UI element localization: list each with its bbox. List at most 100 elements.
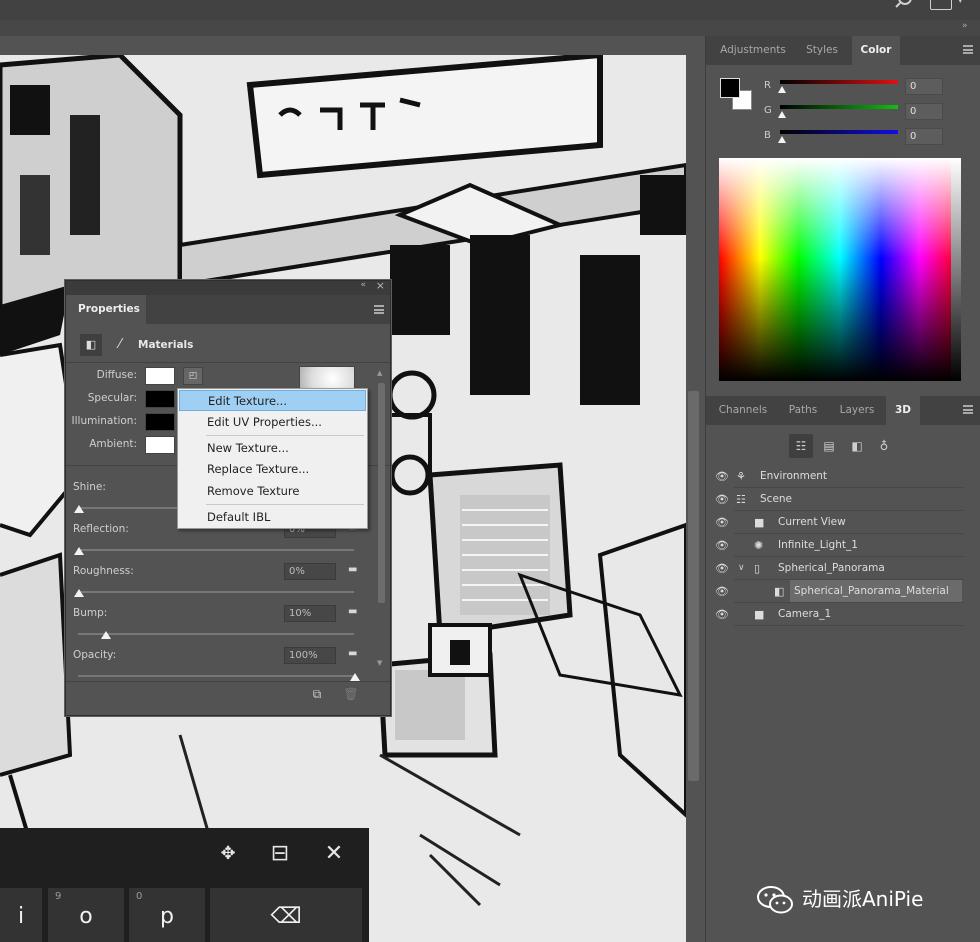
trash-icon[interactable]: 🗑	[343, 686, 359, 702]
key-o[interactable]: 9 o	[48, 888, 124, 942]
scrollbar-thumb[interactable]	[378, 383, 385, 603]
panel-titlebar[interactable]: « ×	[66, 279, 390, 295]
specular-color-swatch[interactable]	[145, 390, 175, 408]
environment-icon: ⚘	[736, 470, 746, 483]
green-slider-thumb[interactable]	[778, 111, 786, 118]
bump-slider-track[interactable]	[78, 633, 354, 635]
red-channel-slider[interactable]	[780, 80, 898, 84]
blue-channel-slider[interactable]	[780, 130, 898, 134]
color-spectrum-ramp[interactable]	[719, 158, 961, 381]
3d-layer-spherical-panorama[interactable]: 👁 ∨ ▯ Spherical_Panorama	[706, 557, 964, 580]
search-icon[interactable]	[893, 0, 915, 10]
panel-menu-icon[interactable]	[374, 305, 384, 314]
material-filter-icon[interactable]: ◧	[845, 434, 869, 458]
section-title: Materials	[138, 339, 194, 351]
menu-item-edit-uv-properties[interactable]: Edit UV Properties...	[179, 412, 366, 433]
red-value-field[interactable]: 0	[905, 78, 943, 95]
visibility-eye-icon[interactable]: 👁	[715, 534, 729, 557]
red-slider-thumb[interactable]	[778, 86, 786, 93]
illumination-color-swatch[interactable]	[145, 413, 175, 431]
visibility-eye-icon[interactable]: 👁	[715, 557, 729, 580]
folder-icon[interactable]: ▬	[348, 564, 357, 575]
visibility-eye-icon[interactable]: 👁	[715, 603, 729, 626]
key-label: i	[17, 904, 25, 929]
menu-item-default-ibl[interactable]: Default IBL	[179, 507, 366, 528]
opacity-value-field[interactable]: 100%	[284, 647, 336, 664]
chevron-down-icon[interactable]: ▾	[958, 0, 963, 6]
3d-layer-current-view[interactable]: 👁 ■ Current View	[706, 511, 964, 534]
scrollbar-thumb[interactable]	[688, 391, 699, 781]
shine-slider-thumb[interactable]	[74, 505, 84, 513]
tab-styles[interactable]: Styles	[796, 36, 848, 65]
folder-icon[interactable]: ▬	[348, 606, 357, 617]
watermark-text: 动画派AniPie	[802, 887, 924, 911]
foreground-color-swatch[interactable]	[720, 78, 740, 98]
tab-3d[interactable]: 3D	[886, 396, 920, 425]
reflection-slider-track[interactable]	[78, 549, 354, 551]
tab-channels[interactable]: Channels	[712, 396, 774, 425]
green-value-field[interactable]: 0	[905, 103, 943, 120]
menu-item-remove-texture[interactable]: Remove Texture	[179, 481, 366, 502]
close-icon[interactable]: ×	[376, 279, 385, 292]
opacity-slider-thumb[interactable]	[350, 673, 360, 681]
mesh-filter-icon[interactable]: ▤	[817, 434, 841, 458]
tab-properties[interactable]: Properties	[66, 295, 146, 324]
folder-icon[interactable]: ▬	[348, 648, 357, 659]
scroll-down-icon[interactable]: ▼	[377, 659, 382, 667]
canvas-vertical-scrollbar[interactable]	[686, 36, 704, 942]
tab-layers[interactable]: Layers	[832, 396, 882, 425]
tab-adjustments[interactable]: Adjustments	[712, 36, 794, 65]
bump-slider-thumb[interactable]	[101, 631, 111, 639]
key-i[interactable]: i	[0, 888, 42, 942]
roughness-slider-thumb[interactable]	[74, 589, 84, 597]
row-divider	[734, 579, 964, 580]
opacity-slider-track[interactable]	[78, 675, 354, 677]
move-icon[interactable]: ✥	[214, 840, 242, 868]
collapse-panels-icon[interactable]: »	[962, 21, 968, 31]
scroll-up-icon[interactable]: ▲	[377, 369, 382, 377]
3d-layer-infinite-light[interactable]: 👁 ✺ Infinite_Light_1	[706, 534, 964, 557]
blue-slider-thumb[interactable]	[778, 136, 786, 143]
channel-label-r: R	[764, 80, 771, 91]
visibility-eye-icon[interactable]: 👁	[715, 465, 729, 488]
ambient-color-swatch[interactable]	[145, 436, 175, 454]
menu-item-new-texture[interactable]: New Texture...	[179, 438, 366, 459]
panel-menu-icon[interactable]	[963, 405, 973, 414]
chevron-down-icon[interactable]: ∨	[738, 557, 745, 580]
key-p[interactable]: 0 p	[129, 888, 205, 942]
blue-value-field[interactable]: 0	[905, 128, 943, 145]
visibility-eye-icon[interactable]: 👁	[715, 511, 729, 534]
key-backspace[interactable]: ⌫	[210, 888, 362, 942]
dock-icon[interactable]: ⊟	[266, 840, 294, 868]
material-icon[interactable]: ◧	[80, 334, 102, 356]
menu-item-edit-texture[interactable]: Edit Texture...	[179, 390, 366, 411]
reflection-slider-thumb[interactable]	[74, 547, 84, 555]
light-filter-icon[interactable]: ♁	[872, 434, 896, 458]
green-channel-slider[interactable]	[780, 105, 898, 109]
roughness-value-field[interactable]: 0%	[284, 563, 336, 580]
diffuse-texture-icon[interactable]: ◰	[183, 367, 203, 385]
scene-filter-icon[interactable]: ☷	[789, 434, 813, 458]
tab-paths[interactable]: Paths	[778, 396, 828, 425]
new-material-icon[interactable]: ⧉	[309, 686, 325, 702]
diffuse-color-swatch[interactable]	[145, 367, 175, 385]
tab-color[interactable]: Color	[852, 36, 900, 65]
3d-layer-scene[interactable]: 👁 ☷ Scene	[706, 488, 964, 511]
collapse-icon[interactable]: «	[360, 280, 366, 290]
3d-layer-spherical-panorama-material[interactable]: 👁 ◧ Spherical_Panorama_Material	[706, 580, 964, 603]
grayscale-ramp[interactable]	[951, 158, 961, 381]
roughness-slider-track[interactable]	[78, 591, 354, 593]
3d-layer-environment[interactable]: 👁 ⚘ Environment	[706, 465, 964, 488]
layer-name: Scene	[760, 493, 793, 505]
bump-value-field[interactable]: 10%	[284, 605, 336, 622]
properties-scrollbar[interactable]: ▲ ▼	[376, 369, 386, 669]
workspace-icon[interactable]	[930, 0, 952, 10]
menu-item-replace-texture[interactable]: Replace Texture...	[179, 459, 366, 480]
visibility-eye-icon[interactable]: 👁	[715, 488, 729, 511]
close-icon[interactable]: ✕	[320, 840, 348, 868]
panel-menu-icon[interactable]	[963, 45, 973, 54]
3d-layer-camera-1[interactable]: 👁 ■ Camera_1	[706, 603, 964, 626]
brush-icon[interactable]: ⁄	[110, 334, 130, 356]
key-secondary-label: 9	[55, 891, 62, 902]
visibility-eye-icon[interactable]: 👁	[715, 580, 729, 603]
